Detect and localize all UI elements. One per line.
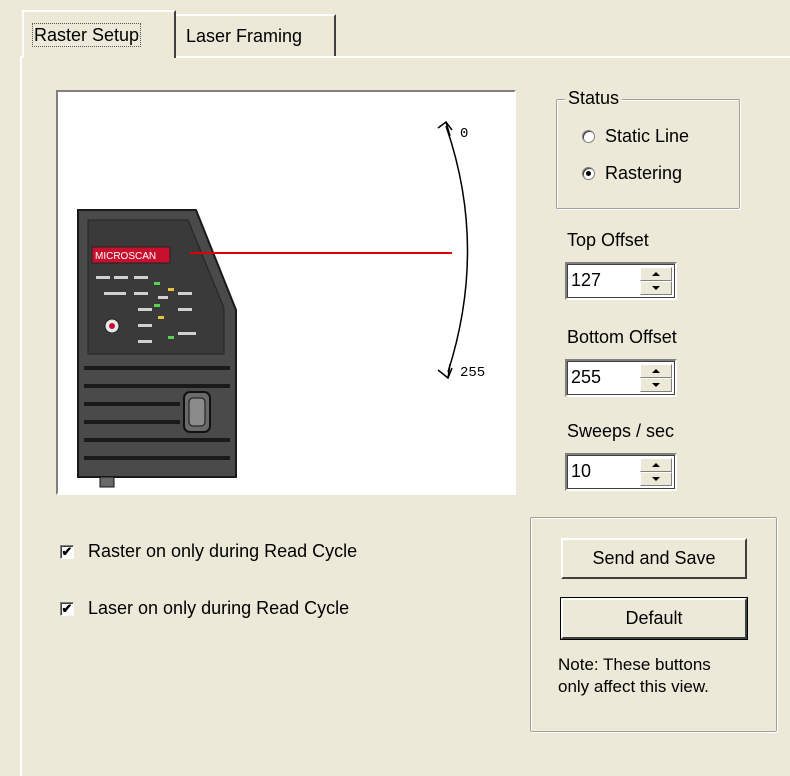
radio-rastering[interactable]: Rastering — [582, 163, 682, 184]
top-offset-spinner[interactable]: 127 — [565, 262, 677, 300]
device-brand-label: MICROSCAN — [95, 251, 156, 262]
radio-static-line-indicator[interactable] — [582, 130, 595, 143]
top-offset-down-arrow-icon[interactable] — [640, 281, 672, 295]
buttons-note-line2: only affect this view. — [558, 677, 709, 696]
bottom-offset-down-arrow-icon[interactable] — [640, 378, 672, 392]
buttons-note-line1: Note: These buttons — [558, 655, 711, 674]
radio-static-line-label: Static Line — [605, 126, 690, 146]
bottom-offset-spinner[interactable]: 255 — [565, 359, 677, 397]
tab-raster-setup-label: Raster Setup — [31, 23, 142, 47]
top-arrow-icon — [437, 120, 453, 137]
raster-read-cycle-label: Raster on only during Read Cycle — [88, 541, 358, 561]
status-group-title: Status — [565, 88, 623, 109]
tab-raster-setup[interactable]: Raster Setup — [22, 10, 176, 58]
radio-static-line[interactable]: Static Line — [582, 126, 689, 147]
raster-preview: MICROSCAN 0 255 — [56, 90, 516, 495]
laser-read-cycle-checkbox[interactable]: ✔ — [60, 601, 74, 616]
laser-read-cycle-label: Laser on only during Read Cycle — [88, 598, 350, 618]
raster-read-cycle-checkbox[interactable]: ✔ — [60, 544, 74, 559]
top-offset-up-arrow-icon[interactable] — [640, 267, 672, 281]
raster-preview-graphic: MICROSCAN 0 255 — [77, 120, 485, 488]
tab-laser-framing[interactable]: Laser Framing — [174, 14, 336, 56]
buttons-note: Note: These buttons only affect this vie… — [558, 654, 711, 698]
bottom-offset-value[interactable]: 255 — [571, 367, 601, 388]
tab-laser-framing-label: Laser Framing — [186, 26, 303, 46]
raster-read-cycle-option[interactable]: ✔ Raster on only during Read Cycle — [60, 541, 357, 562]
raster-sweep-arc — [445, 125, 469, 373]
sweeps-spinner[interactable]: 10 — [565, 453, 677, 491]
default-button[interactable]: Default — [560, 597, 748, 640]
bottom-offset-up-arrow-icon[interactable] — [640, 364, 672, 378]
top-offset-value[interactable]: 127 — [571, 270, 601, 291]
bottom-arrow-icon — [437, 363, 453, 380]
sweeps-value[interactable]: 10 — [571, 461, 591, 482]
top-marker-label: 0 — [460, 126, 468, 142]
scanner-device-icon: MICROSCAN — [77, 209, 237, 488]
send-and-save-button[interactable]: Send and Save — [561, 538, 747, 579]
sweeps-down-arrow-icon[interactable] — [640, 472, 672, 486]
status-group: Status — [556, 88, 740, 209]
sweeps-up-arrow-icon[interactable] — [640, 458, 672, 472]
radio-rastering-label: Rastering — [605, 163, 683, 183]
bottom-offset-label: Bottom Offset — [567, 327, 677, 347]
radio-rastering-indicator[interactable] — [582, 167, 595, 180]
sweeps-label: Sweeps / sec — [567, 421, 675, 441]
bottom-marker-label: 255 — [460, 365, 485, 381]
top-offset-label: Top Offset — [567, 230, 649, 250]
laser-read-cycle-option[interactable]: ✔ Laser on only during Read Cycle — [60, 598, 349, 619]
